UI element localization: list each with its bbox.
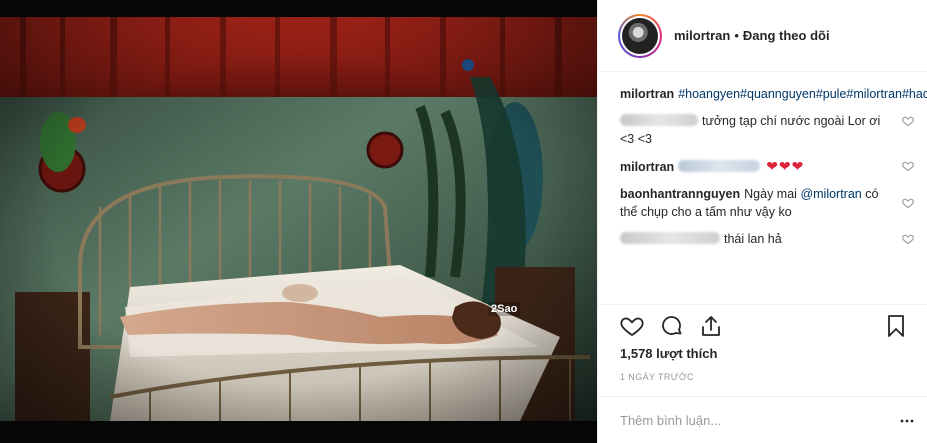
comment-item: tưởng tạp chí nước ngoài Lor ơi <3 <3 [620, 112, 916, 148]
comment-mention[interactable]: @milortran [800, 187, 861, 201]
comment-text: thái lan hả [724, 232, 782, 246]
follow-status-button[interactable]: Đang theo dõi [743, 28, 830, 43]
bookmark-icon[interactable] [884, 314, 908, 338]
comment-text-before: Ngày mai [744, 187, 797, 201]
avatar[interactable] [618, 13, 662, 58]
comment-username[interactable]: baonhantrannguyen [620, 187, 740, 201]
comment-item: milortran ❤❤❤ [620, 157, 916, 176]
comment-item: baonhantrannguyen Ngày mai @milortran có … [620, 185, 916, 221]
add-comment-bar [598, 396, 927, 443]
heart-icon[interactable] [620, 314, 644, 338]
more-options-icon[interactable] [900, 414, 914, 428]
caption-hashtags[interactable]: #hoangyen#quannguyen#pule#milortran#hado [678, 87, 927, 101]
caption: milortran #hoangyen#quannguyen#pule#milor… [620, 85, 927, 103]
likes-count[interactable]: 1,578 lượt thích [620, 346, 717, 361]
comment-input[interactable] [620, 412, 870, 428]
blurred-mention [678, 160, 761, 172]
comments-list: milortran #hoangyen#quannguyen#pule#milor… [620, 85, 927, 257]
comment-icon[interactable] [660, 314, 684, 338]
share-icon[interactable] [699, 314, 723, 338]
hearts-emoji: ❤❤❤ [766, 158, 805, 174]
blurred-username [620, 232, 720, 244]
comment-like-heart-icon[interactable] [902, 197, 914, 209]
avatar-image [622, 17, 658, 54]
post-details-panel: milortran • Đang theo dõi milortran #hoan… [597, 0, 927, 443]
post-header: milortran • Đang theo dõi [598, 0, 927, 72]
post-image [0, 17, 597, 421]
separator-dot: • [734, 28, 739, 43]
comment-like-heart-icon[interactable] [902, 160, 914, 172]
action-bar [598, 304, 927, 344]
comment-username[interactable]: milortran [620, 160, 674, 174]
comment-item: thái lan hả [620, 230, 916, 248]
comment-like-heart-icon[interactable] [902, 115, 914, 127]
blurred-username [620, 114, 698, 126]
comment-like-heart-icon[interactable] [902, 233, 914, 245]
caption-username[interactable]: milortran [620, 87, 674, 101]
header-username[interactable]: milortran [674, 28, 730, 43]
post-photo[interactable]: 2Sao [0, 0, 597, 443]
watermark: 2Sao [488, 302, 521, 316]
post-timestamp[interactable]: 1 ngày trước [620, 372, 694, 382]
